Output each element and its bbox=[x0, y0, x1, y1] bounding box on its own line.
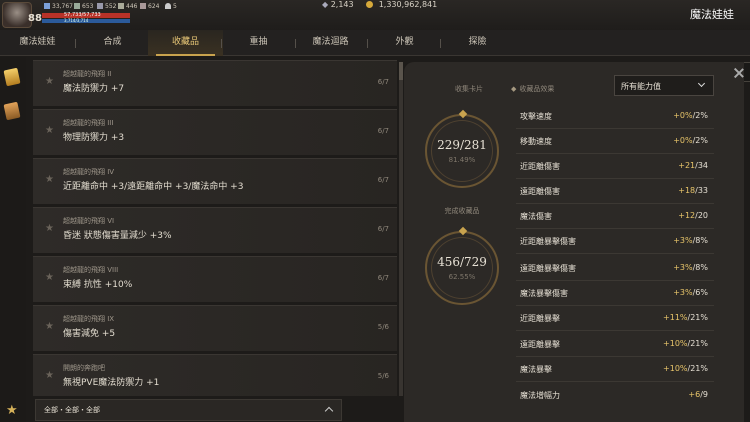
star-icon[interactable]: ★ bbox=[45, 174, 54, 185]
currency-display: ◆ 2,143 1,330,962,841 bbox=[322, 0, 437, 9]
stat-row: 遠距離傷害 +18/33 bbox=[516, 179, 714, 204]
book-icon[interactable] bbox=[3, 101, 21, 121]
cards-count: 229/281 bbox=[437, 138, 487, 152]
list-item[interactable]: ★ 開朗的奔跑吧 無視PVE魔法防禦力 +1 5/6 bbox=[33, 354, 397, 396]
page-title: 魔法娃娃 bbox=[690, 8, 734, 21]
dropdown-value: 所有能力值 bbox=[621, 82, 661, 91]
cards-percent: 81.49% bbox=[448, 156, 476, 164]
complete-count: 456/729 bbox=[437, 255, 487, 269]
list-item[interactable]: ★ 超越龍的飛翔 IV 近距離命中 +3/遠距離命中 +3/魔法命中 +3 6/7 bbox=[33, 158, 397, 204]
cards-ring: 229/281 81.49% bbox=[425, 109, 499, 188]
card-icon[interactable] bbox=[3, 67, 21, 87]
star-icon[interactable]: ★ bbox=[45, 321, 54, 332]
stat-5: 624 bbox=[140, 3, 159, 10]
diamond-count: 2,143 bbox=[330, 0, 354, 9]
stat-row: 攻擊速度 +0%/2% bbox=[516, 104, 714, 129]
stat-filter-dropdown[interactable]: 所有能力值 bbox=[614, 75, 714, 96]
tab-magic-circuit[interactable]: 魔法迴路 bbox=[293, 30, 368, 56]
list-item[interactable]: ★ 超越龍的飛翔 IX 傷害減免 +5 5/6 bbox=[33, 305, 397, 351]
list-item[interactable]: ★ 超越龍的飛翔 VIII 束縛 抗性 +10% 6/7 bbox=[33, 256, 397, 302]
tab-reroll[interactable]: 重抽 bbox=[221, 30, 296, 56]
diamond-icon: ◆ bbox=[322, 0, 329, 9]
list-scrollbar[interactable] bbox=[399, 62, 403, 396]
sword-icon bbox=[44, 3, 50, 9]
tab-explore[interactable]: 探險 bbox=[440, 30, 515, 56]
mp-bar: 3,714/3,714 bbox=[42, 18, 130, 23]
stat-row: 移動速度 +0%/2% bbox=[516, 129, 714, 154]
star-icon[interactable]: ★ bbox=[45, 76, 54, 87]
stat-row: 近距離暴擊 +11%/21% bbox=[516, 306, 714, 331]
star-icon[interactable]: ★ bbox=[45, 370, 54, 381]
filter-dropdown[interactable]: 全部・全部・全部 bbox=[35, 399, 342, 421]
tab-synthesis[interactable]: 合成 bbox=[75, 30, 150, 56]
list-item[interactable]: ★ 超越龍的飛翔 II 魔法防禦力 +7 6/7 bbox=[33, 60, 397, 106]
stat-row: 魔法暴擊傷害 +3%/6% bbox=[516, 281, 714, 306]
gold-coin-icon bbox=[366, 1, 374, 8]
star-icon[interactable]: ★ bbox=[45, 125, 54, 136]
stat-row: 魔法暴擊 +10%/21% bbox=[516, 357, 714, 382]
left-sidebar bbox=[0, 57, 26, 422]
complete-label: 完成收藏品 bbox=[444, 207, 480, 215]
stat-2: 653 bbox=[74, 3, 93, 10]
stat-row: 近距離暴擊傷害 +3%/8% bbox=[516, 229, 714, 254]
stat-row: 魔法傷害 +12/20 bbox=[516, 204, 714, 229]
stat-row: 遠距離暴擊 +10%/21% bbox=[516, 332, 714, 357]
complete-percent: 62.55% bbox=[448, 273, 476, 281]
stat-row: 遠距離暴擊傷害 +3%/8% bbox=[516, 256, 714, 281]
stat-row: 魔法增幅力 +6/9 bbox=[520, 390, 708, 400]
tab-magic-doll[interactable]: 魔法娃娃 bbox=[0, 30, 75, 56]
collection-list: ★ 超越龍的飛翔 II 魔法防禦力 +7 6/7 ★ 超越龍的飛翔 III 物理防禦力 +… bbox=[33, 60, 397, 396]
stat-3: 552 bbox=[97, 3, 116, 10]
stat-combat-power: 33,767 bbox=[44, 3, 73, 10]
tab-collection[interactable]: 收藏品 bbox=[148, 30, 223, 56]
gold-count: 1,330,962,841 bbox=[378, 0, 438, 9]
stat-4: 446 bbox=[118, 3, 137, 10]
close-icon[interactable] bbox=[734, 68, 744, 78]
complete-ring: 456/729 62.55% bbox=[425, 226, 499, 305]
diamond-small-icon: ◆ bbox=[511, 85, 517, 93]
favorite-star-icon[interactable]: ★ bbox=[6, 403, 18, 418]
chevron-down-icon bbox=[697, 79, 706, 88]
tab-appearance[interactable]: 外觀 bbox=[367, 30, 442, 56]
top-status-bar: 88 33,767 653 552 446 624 5 57,733/57,73… bbox=[0, 0, 750, 30]
chevron-up-icon bbox=[324, 406, 334, 416]
cards-label: 收集卡片 bbox=[455, 85, 483, 93]
tab-bar: 魔法娃娃 合成 收藏品 重抽 魔法迴路 外觀 探險 bbox=[0, 30, 750, 82]
filter-label: 全部・全部・全部 bbox=[44, 406, 100, 414]
effects-label: ◆ 收藏品效果 bbox=[511, 85, 555, 93]
list-item[interactable]: ★ 超越龍的飛翔 VI 昏迷 狀態傷害量減少 +3% 6/7 bbox=[33, 207, 397, 253]
list-item[interactable]: ★ 超越龍的飛翔 III 物理防禦力 +3 6/7 bbox=[33, 109, 397, 155]
star-icon[interactable]: ★ bbox=[45, 272, 54, 283]
player-level: 88 bbox=[28, 13, 42, 24]
stat-row: 近距離傷害 +21/34 bbox=[516, 154, 714, 179]
wifi-icon: 5 bbox=[165, 3, 177, 10]
star-icon[interactable]: ★ bbox=[45, 223, 54, 234]
